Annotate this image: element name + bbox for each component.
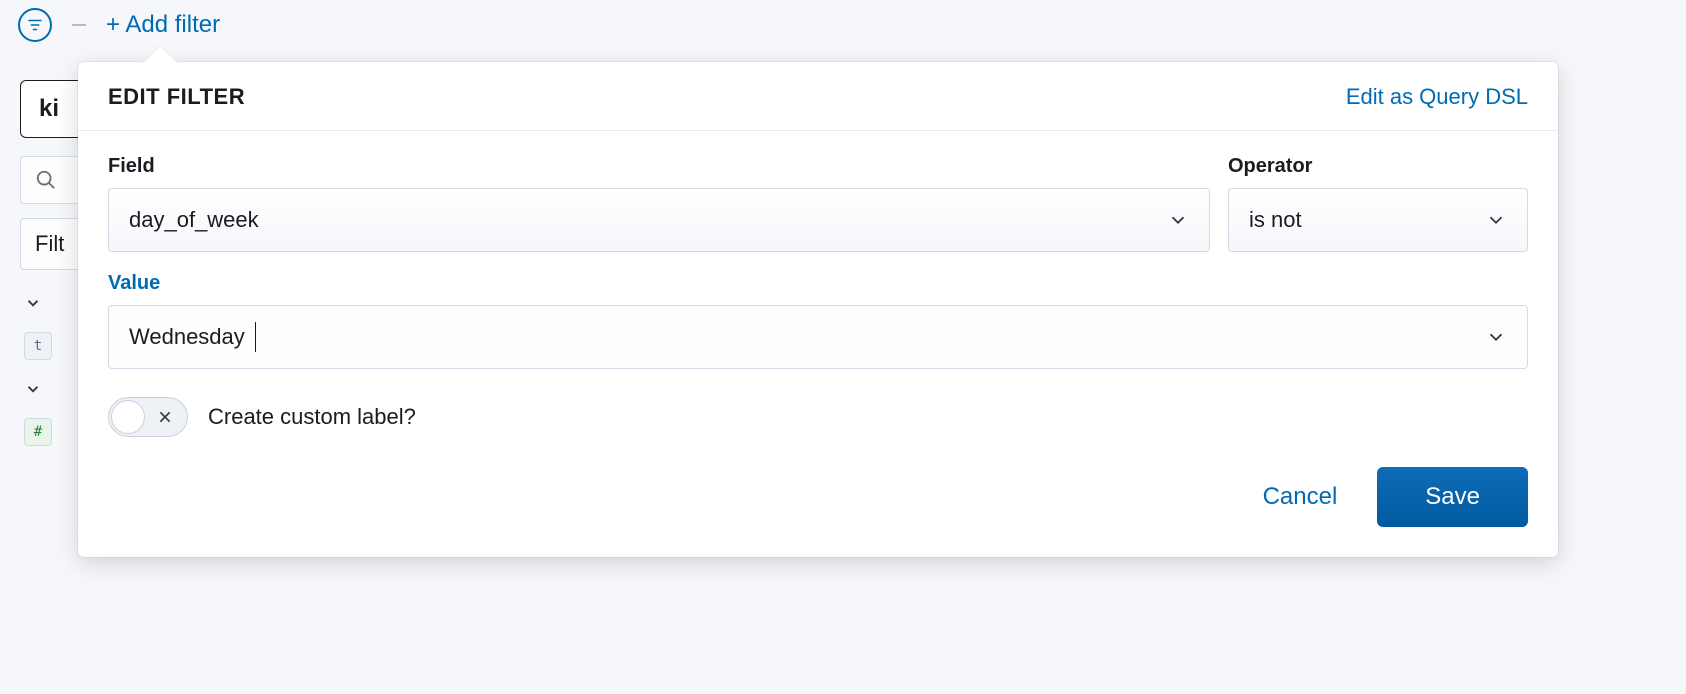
popover-body: Field day_of_week Operator is not V bbox=[78, 131, 1558, 557]
divider bbox=[72, 24, 86, 26]
chevron-down-icon bbox=[24, 380, 42, 398]
value-label: Value bbox=[108, 272, 1528, 295]
popover-header: EDIT FILTER Edit as Query DSL bbox=[78, 62, 1558, 131]
cancel-button[interactable]: Cancel bbox=[1251, 469, 1350, 525]
save-button[interactable]: Save bbox=[1377, 467, 1528, 527]
value-text: Wednesday bbox=[129, 324, 245, 350]
chevron-down-icon bbox=[1485, 326, 1507, 348]
chevron-down-icon bbox=[24, 294, 42, 312]
chevron-down-icon bbox=[1167, 209, 1189, 231]
field-label: Field bbox=[108, 155, 1210, 178]
toggle-knob bbox=[111, 400, 145, 434]
text-caret bbox=[255, 322, 257, 352]
operator-select-value: is not bbox=[1249, 207, 1302, 233]
operator-label: Operator bbox=[1228, 155, 1528, 178]
operator-select[interactable]: is not bbox=[1228, 188, 1528, 252]
field-type-text-icon: t bbox=[24, 332, 52, 360]
create-custom-label-toggle[interactable] bbox=[108, 397, 188, 437]
filter-icon bbox=[26, 16, 44, 34]
edit-filter-popover: EDIT FILTER Edit as Query DSL Field day_… bbox=[78, 62, 1558, 557]
field-type-number-icon: # bbox=[24, 418, 52, 446]
popover-title: EDIT FILTER bbox=[108, 84, 245, 110]
filter-bar: + Add filter bbox=[0, 0, 1686, 60]
edit-as-query-dsl-link[interactable]: Edit as Query DSL bbox=[1346, 84, 1528, 110]
chevron-down-icon bbox=[1485, 209, 1507, 231]
create-custom-label-text: Create custom label? bbox=[208, 404, 416, 430]
field-select[interactable]: day_of_week bbox=[108, 188, 1210, 252]
value-combobox[interactable]: Wednesday bbox=[108, 305, 1528, 369]
close-icon bbox=[157, 409, 173, 425]
global-filter-menu-button[interactable] bbox=[18, 8, 52, 42]
popover-footer: Cancel Save bbox=[108, 467, 1528, 527]
search-icon bbox=[35, 169, 57, 191]
field-select-value: day_of_week bbox=[129, 207, 259, 233]
add-filter-button[interactable]: + Add filter bbox=[106, 11, 220, 39]
